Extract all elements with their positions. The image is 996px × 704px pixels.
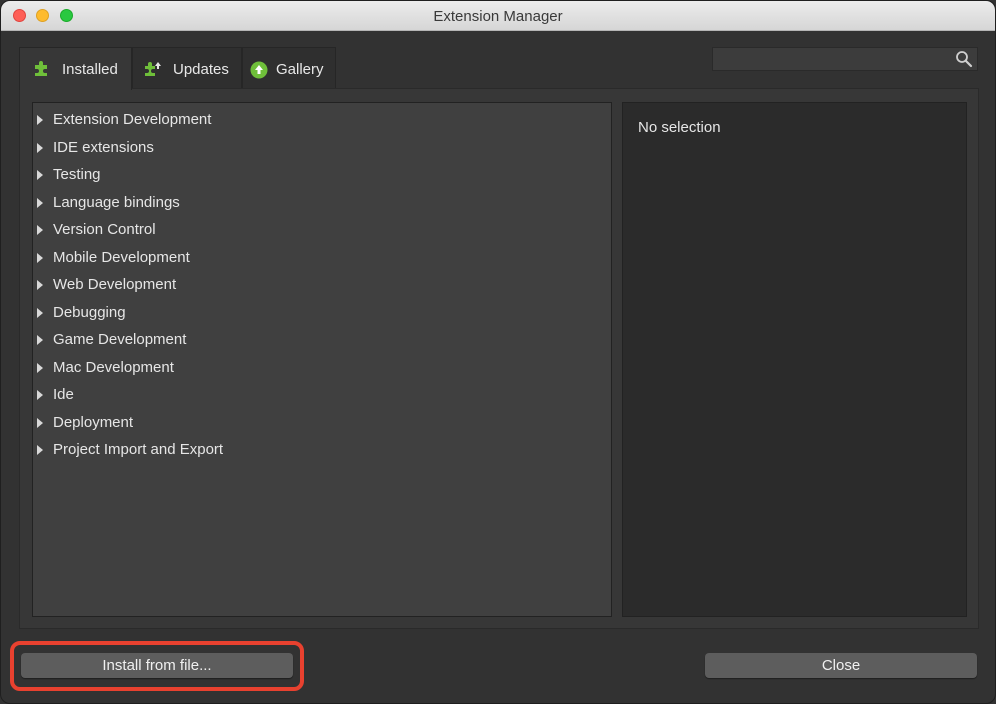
tab-installed-label: Installed	[62, 61, 118, 78]
tree-item[interactable]: Project Import and Export	[33, 439, 611, 463]
disclosure-triangle-icon[interactable]	[37, 307, 43, 318]
tree-item[interactable]: Web Development	[33, 274, 611, 298]
tree-item[interactable]: Mac Development	[33, 357, 611, 381]
disclosure-triangle-icon[interactable]	[37, 362, 43, 373]
category-tree[interactable]: Extension Development IDE extensions Tes…	[32, 102, 612, 617]
close-button[interactable]: Close	[705, 653, 977, 678]
extension-detail-pane: No selection	[622, 102, 967, 617]
disclosure-triangle-icon[interactable]	[37, 335, 43, 345]
tab-updates[interactable]: Updates	[132, 47, 242, 89]
tree-item[interactable]: Mobile Development	[33, 247, 611, 271]
puzzle-update-icon	[143, 61, 163, 82]
window-title: Extension Manager	[433, 8, 563, 25]
no-selection-text: No selection	[638, 119, 721, 136]
title-bar: Extension Manager	[1, 1, 995, 31]
tree-item[interactable]: Debugging	[33, 302, 611, 326]
tree-item[interactable]: Game Development	[33, 329, 611, 353]
disclosure-triangle-icon[interactable]	[37, 170, 43, 180]
tree-item[interactable]: IDE extensions	[33, 137, 611, 161]
tree-item[interactable]: Deployment	[33, 412, 611, 436]
disclosure-triangle-icon[interactable]	[37, 115, 43, 125]
disclosure-triangle-icon[interactable]	[37, 417, 43, 428]
tree-item[interactable]: Language bindings	[33, 192, 611, 216]
highlight-annotation	[10, 641, 304, 691]
puzzle-icon	[33, 61, 51, 81]
tab-installed[interactable]: Installed	[19, 47, 132, 90]
disclosure-triangle-icon[interactable]	[37, 225, 43, 235]
disclosure-triangle-icon[interactable]	[37, 445, 43, 455]
tab-updates-label: Updates	[173, 61, 229, 78]
tree-item[interactable]: Version Control	[33, 219, 611, 243]
search-input[interactable]	[712, 47, 978, 71]
disclosure-triangle-icon[interactable]	[37, 197, 43, 208]
disclosure-triangle-icon[interactable]	[37, 390, 43, 400]
tree-item[interactable]: Ide	[33, 384, 611, 408]
disclosure-triangle-icon[interactable]	[37, 142, 43, 153]
tree-item[interactable]: Extension Development	[33, 109, 611, 133]
tab-gallery[interactable]: Gallery	[242, 47, 336, 89]
magnifier-icon	[955, 50, 973, 73]
disclosure-triangle-icon[interactable]	[37, 280, 43, 290]
extension-manager-window: Extension Manager Installed Updates Gall…	[0, 0, 996, 704]
upload-circle-icon	[250, 61, 268, 83]
tab-gallery-label: Gallery	[276, 61, 324, 78]
tree-item[interactable]: Testing	[33, 164, 611, 188]
disclosure-triangle-icon[interactable]	[37, 252, 43, 263]
